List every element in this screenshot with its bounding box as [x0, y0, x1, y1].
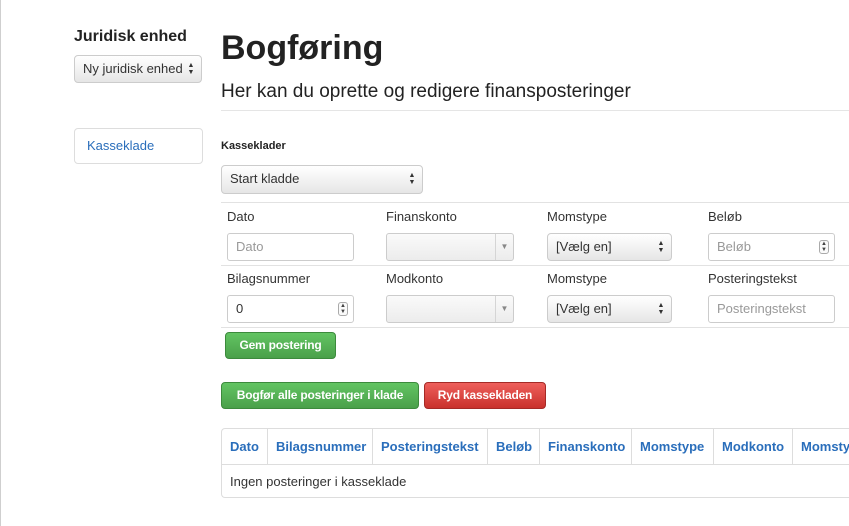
select-arrows-icon: ▲ ▼ — [657, 240, 665, 254]
postings-table: Dato Bilagsnummer Posteringstekst Beløb … — [221, 428, 849, 498]
finanskonto-combobox[interactable]: ▼ — [386, 233, 514, 261]
save-posting-button[interactable]: Gem postering — [225, 332, 336, 359]
momstype-select-1[interactable]: [Vælg en] ▲ ▼ — [547, 233, 672, 261]
column-header-momstype[interactable]: Momstype — [631, 429, 713, 464]
post-all-button[interactable]: Bogfør alle posteringer i klade — [221, 382, 419, 409]
column-header-bilagsnummer[interactable]: Bilagsnummer — [267, 429, 372, 464]
sidebar-item-label: Kasseklade — [87, 138, 155, 153]
kasseklader-label: Kasseklader — [221, 140, 286, 152]
select-arrows-icon: ▲ ▼ — [657, 302, 665, 316]
page-subtitle: Her kan du oprette og redigere finanspos… — [221, 81, 631, 102]
dato-label: Dato — [227, 209, 255, 224]
column-header-finanskonto[interactable]: Finanskonto — [539, 429, 631, 464]
finanskonto-label: Finanskonto — [386, 209, 457, 224]
sidebar-item-kasseklade[interactable]: Kasseklade — [74, 128, 203, 164]
chevron-down-icon[interactable]: ▼ — [495, 296, 513, 322]
momstype-select-value: [Vælg en] — [556, 301, 612, 316]
momstype-select-value: [Vælg en] — [556, 239, 612, 254]
posteringstekst-label: Posteringstekst — [708, 271, 797, 286]
select-arrows-icon: ▲ ▼ — [408, 172, 416, 186]
sidebar: Juridisk enhed Ny juridisk enhed ▲ ▼ — [74, 28, 204, 83]
entity-select-value: Ny juridisk enhed — [83, 61, 183, 76]
belob-placeholder: Beløb — [717, 239, 751, 254]
belob-label: Beløb — [708, 209, 742, 224]
stepper-icon[interactable]: ▲ ▼ — [819, 240, 829, 254]
table-header-row: Dato Bilagsnummer Posteringstekst Beløb … — [222, 429, 849, 464]
kasseklade-select[interactable]: Start kladde ▲ ▼ — [221, 165, 423, 194]
momstype-select-2[interactable]: [Vælg en] ▲ ▼ — [547, 295, 672, 323]
table-empty-message: Ingen posteringer i kasseklade — [230, 474, 407, 489]
entity-select[interactable]: Ny juridisk enhed ▲ ▼ — [74, 55, 202, 83]
chevron-down-icon[interactable]: ▼ — [495, 234, 513, 260]
column-header-belob[interactable]: Beløb — [487, 429, 539, 464]
momstype-label: Momstype — [547, 209, 607, 224]
sidebar-title: Juridisk enhed — [74, 28, 187, 45]
column-header-momstype-2[interactable]: Momstype — [792, 429, 849, 464]
bilagsnummer-stepper[interactable]: 0 ▲ ▼ — [227, 295, 354, 323]
column-header-modkonto[interactable]: Modkonto — [713, 429, 792, 464]
stepper-icon[interactable]: ▲ ▼ — [338, 302, 348, 316]
belob-input[interactable]: Beløb ▲ ▼ — [708, 233, 835, 261]
clear-journal-button[interactable]: Ryd kassekladen — [424, 382, 546, 409]
form-divider — [221, 265, 849, 266]
momstype-label: Momstype — [547, 271, 607, 286]
window-edge — [0, 0, 1, 526]
modkonto-combobox[interactable]: ▼ — [386, 295, 514, 323]
modkonto-label: Modkonto — [386, 271, 444, 286]
form-divider — [221, 202, 849, 203]
column-header-dato[interactable]: Dato — [222, 429, 267, 464]
bilagsnummer-label: Bilagsnummer — [227, 271, 311, 286]
posteringstekst-input[interactable]: Posteringstekst — [708, 295, 835, 323]
form-divider — [221, 327, 849, 328]
select-arrows-icon: ▲ ▼ — [187, 62, 195, 76]
kasseklade-select-value: Start kladde — [230, 171, 300, 186]
column-header-posteringstekst[interactable]: Posteringstekst — [372, 429, 487, 464]
dato-input[interactable]: Dato — [227, 233, 354, 261]
page-title: Bogføring — [221, 29, 384, 67]
title-divider — [221, 110, 849, 111]
bilagsnummer-value: 0 — [236, 301, 244, 316]
